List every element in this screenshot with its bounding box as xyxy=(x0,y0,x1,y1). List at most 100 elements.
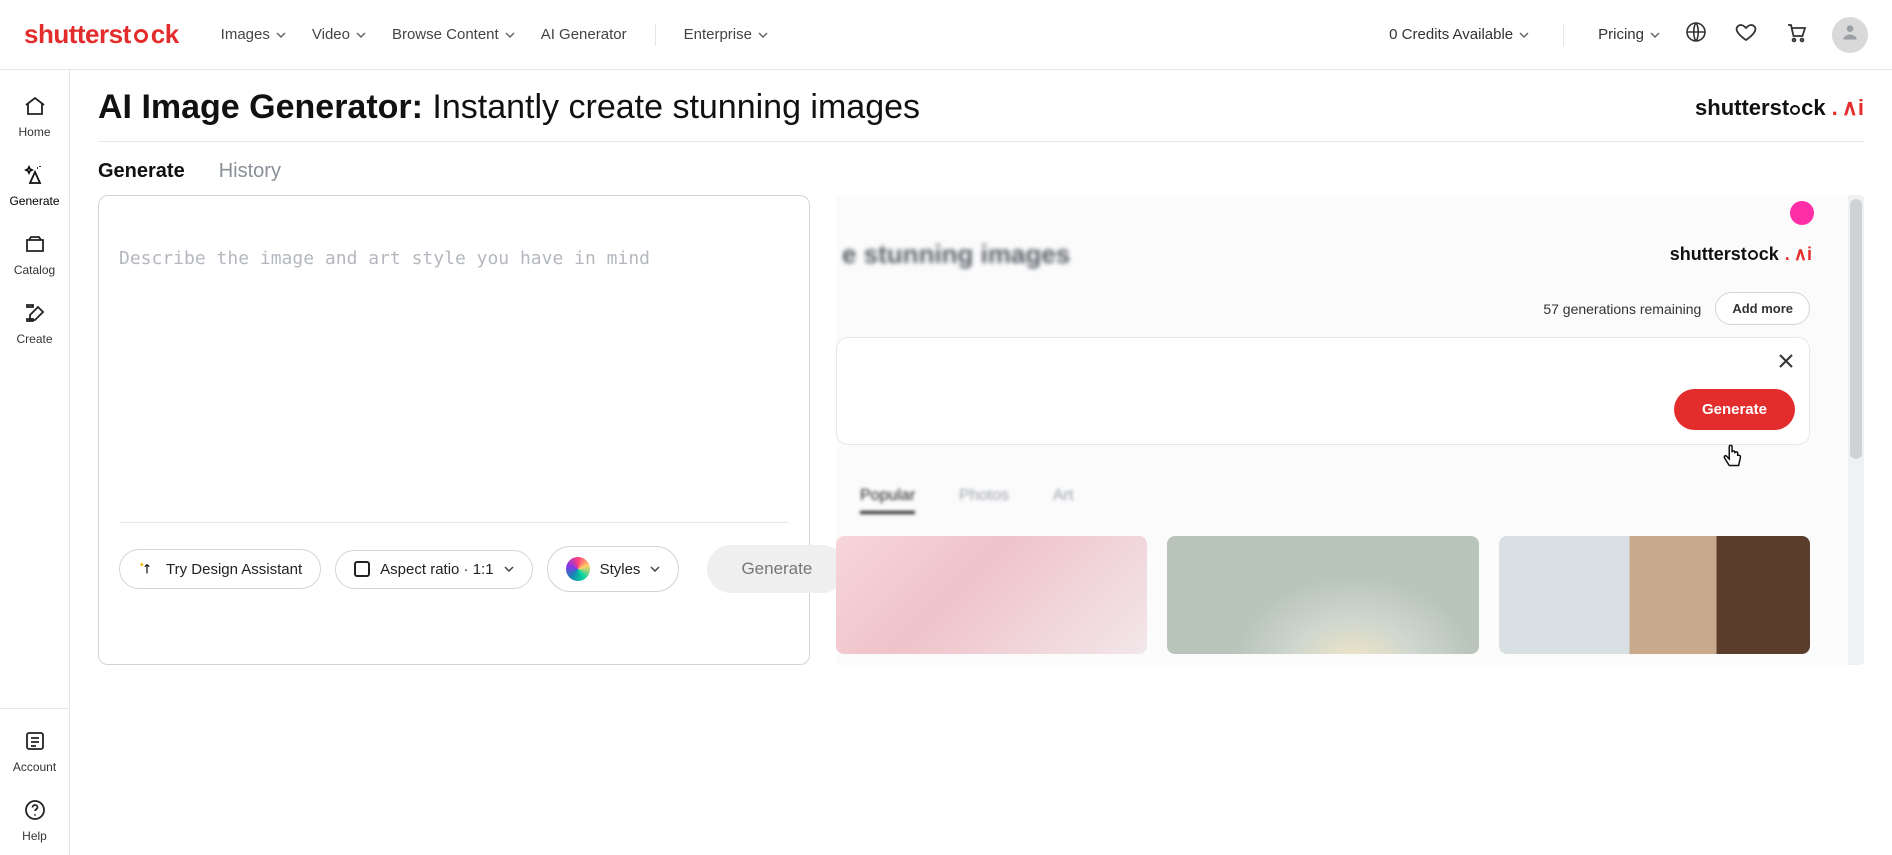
demo-header: e stunning images shutterstck . ∧i xyxy=(836,231,1834,276)
prompt-controls: Try Design Assistant Aspect ratio · 1:1 … xyxy=(119,545,789,593)
favorites-button[interactable] xyxy=(1732,21,1760,49)
create-icon xyxy=(23,301,47,328)
account-list-icon xyxy=(23,729,47,756)
nav-divider xyxy=(655,24,656,46)
demo-add-more-button[interactable]: Add more xyxy=(1715,292,1810,325)
language-button[interactable] xyxy=(1682,21,1710,49)
brand-ai-dot: . xyxy=(1832,95,1838,121)
sidebar-separator xyxy=(0,708,69,709)
chevron-down-icon xyxy=(758,32,768,38)
demo-accent-dot-icon xyxy=(1790,201,1814,225)
demo-thumbnails xyxy=(836,514,1834,654)
sidebar-item-create[interactable]: Create xyxy=(0,291,69,358)
sidebar-item-label: Home xyxy=(18,125,50,139)
demo-generate-button[interactable]: Generate xyxy=(1674,389,1795,430)
nav-images[interactable]: Images xyxy=(211,18,296,51)
page-title-row: AI Image Generator: Instantly create stu… xyxy=(98,88,1864,142)
top-header: shutterstck Images Video Browse Content … xyxy=(0,0,1892,70)
panel-divider xyxy=(119,522,789,523)
square-icon xyxy=(354,561,370,577)
tab-generate[interactable]: Generate xyxy=(98,160,185,183)
nav-ai-generator[interactable]: AI Generator xyxy=(531,18,637,51)
nav-browse-label: Browse Content xyxy=(392,26,499,43)
sidebar-item-label: Catalog xyxy=(14,263,55,277)
brand-logo-circle-icon xyxy=(134,29,148,43)
home-icon xyxy=(23,94,47,121)
demo-remaining-label: 57 generations remaining xyxy=(1543,301,1701,317)
demo-brand-ai-dot: . xyxy=(1785,244,1790,265)
brand-ai-badge: shutterstck . ∧i xyxy=(1695,95,1864,121)
generate-button[interactable]: Generate xyxy=(707,545,846,593)
palette-icon xyxy=(566,557,590,581)
nav-enterprise[interactable]: Enterprise xyxy=(674,18,778,51)
design-assistant-button[interactable]: Try Design Assistant xyxy=(119,549,321,589)
brand-ai-circle-icon xyxy=(1790,105,1800,115)
brand-ai-circle-icon xyxy=(1748,250,1758,260)
sidebar-item-generate[interactable]: Generate xyxy=(0,153,69,220)
demo-tab-art[interactable]: Art xyxy=(1053,487,1073,514)
aspect-ratio-select[interactable]: Aspect ratio · 1:1 xyxy=(335,550,532,589)
main-content: AI Image Generator: Instantly create stu… xyxy=(70,70,1892,855)
catalog-icon xyxy=(23,232,47,259)
sidebar-item-account[interactable]: Account xyxy=(0,719,69,786)
brand-ai-text: shutterstck xyxy=(1695,95,1826,121)
page-tabs: Generate History xyxy=(98,142,1864,195)
nav-ai-label: AI Generator xyxy=(541,26,627,43)
sidebar-item-home[interactable]: Home xyxy=(0,84,69,151)
sparkle-cursor-icon xyxy=(138,560,156,578)
tab-history[interactable]: History xyxy=(219,160,281,183)
nav-video-label: Video xyxy=(312,26,350,43)
credits-dropdown[interactable]: 0 Credits Available xyxy=(1389,26,1529,43)
page-title-rest: Instantly create stunning images xyxy=(423,88,920,126)
user-icon xyxy=(1840,22,1860,47)
page-title-strong: AI Image Generator: xyxy=(98,88,423,126)
brand-ai-ai: ∧i xyxy=(1842,95,1864,121)
demo-prompt-box: Generate xyxy=(836,337,1810,445)
sidebar-item-catalog[interactable]: Catalog xyxy=(0,222,69,289)
demo-topbar xyxy=(836,195,1834,231)
chevron-down-icon xyxy=(1650,32,1660,38)
cart-button[interactable] xyxy=(1782,21,1810,49)
demo-thumbnail[interactable] xyxy=(1167,536,1478,654)
demo-tab-popular[interactable]: Popular xyxy=(860,487,915,514)
styles-label: Styles xyxy=(600,561,641,578)
close-icon[interactable] xyxy=(1777,352,1795,370)
nav-video[interactable]: Video xyxy=(302,18,376,51)
pricing-dropdown[interactable]: Pricing xyxy=(1598,26,1660,43)
chevron-down-icon xyxy=(504,566,514,572)
demo-scrollbar-thumb[interactable] xyxy=(1850,199,1862,459)
brand-logo-text-tail: ck xyxy=(151,19,179,50)
ai-sparkle-icon xyxy=(23,163,47,190)
sidebar-item-label: Account xyxy=(13,760,56,774)
brand-logo-text: shutterst xyxy=(24,19,131,50)
design-assistant-label: Try Design Assistant xyxy=(166,561,302,578)
sidebar-item-label: Create xyxy=(16,332,52,346)
header-divider xyxy=(1563,24,1564,46)
aspect-ratio-label: Aspect ratio · 1:1 xyxy=(380,561,493,578)
credits-label: 0 Credits Available xyxy=(1389,26,1513,43)
app-shell: Home Generate Catalog Create Acc xyxy=(0,70,1892,855)
brand-logo[interactable]: shutterst ck xyxy=(24,19,179,50)
page-title: AI Image Generator: Instantly create stu… xyxy=(98,88,920,127)
account-avatar[interactable] xyxy=(1832,17,1868,53)
demo-tab-photos[interactable]: Photos xyxy=(959,487,1009,514)
left-sidebar: Home Generate Catalog Create Acc xyxy=(0,70,70,855)
help-icon xyxy=(23,798,47,825)
demo-thumbnail[interactable] xyxy=(1499,536,1810,654)
demo-brand-ai: shutterstck . ∧i xyxy=(1670,244,1812,265)
nav-browse-content[interactable]: Browse Content xyxy=(382,18,525,51)
nav-enterprise-label: Enterprise xyxy=(684,26,752,43)
chevron-down-icon xyxy=(650,566,660,572)
demo-tabs: Popular Photos Art xyxy=(836,445,1834,514)
prompt-input[interactable] xyxy=(119,216,789,516)
demo-brand-ai-text: shutterstck xyxy=(1670,244,1779,265)
globe-icon xyxy=(1684,20,1708,49)
chevron-down-icon xyxy=(276,32,286,38)
styles-select[interactable]: Styles xyxy=(547,546,680,592)
sidebar-item-label: Generate xyxy=(9,194,59,208)
sidebar-item-help[interactable]: Help xyxy=(0,788,69,855)
demo-blur-title: e stunning images xyxy=(836,239,1070,270)
demo-scrollbar[interactable] xyxy=(1848,195,1864,665)
demo-thumbnail[interactable] xyxy=(836,536,1147,654)
pricing-label: Pricing xyxy=(1598,26,1644,43)
